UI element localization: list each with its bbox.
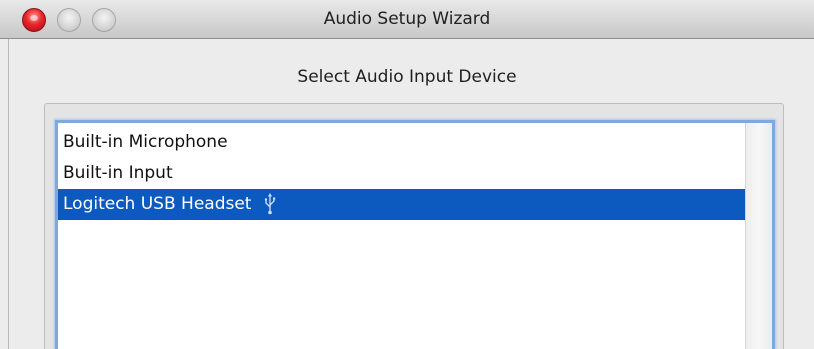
list-item-logitech-usb-headset[interactable]: Logitech USB Headset <box>58 189 745 220</box>
wizard-content: Select Audio Input Device Built-in Micro… <box>0 39 814 349</box>
list-item-built-in-microphone[interactable]: Built-in Microphone <box>58 127 745 158</box>
list-item-label: Built-in Input <box>63 163 173 183</box>
list-item-label: Built-in Microphone <box>63 132 228 152</box>
page-title: Select Audio Input Device <box>297 67 517 87</box>
audio-setup-wizard-window: Audio Setup Wizard Select Audio Input De… <box>0 0 814 349</box>
usb-icon <box>263 193 277 215</box>
window-title: Audio Setup Wizard <box>323 9 491 29</box>
audio-input-device-list[interactable]: Built-in Microphone Built-in Input Logit… <box>55 120 775 349</box>
list-item-label: Logitech USB Headset <box>63 194 252 214</box>
device-list-items: Built-in Microphone Built-in Input Logit… <box>58 127 745 220</box>
list-item-built-in-input[interactable]: Built-in Input <box>58 158 745 189</box>
title-bar[interactable]: Audio Setup Wizard <box>0 0 814 39</box>
list-scrollbar[interactable] <box>745 123 772 349</box>
